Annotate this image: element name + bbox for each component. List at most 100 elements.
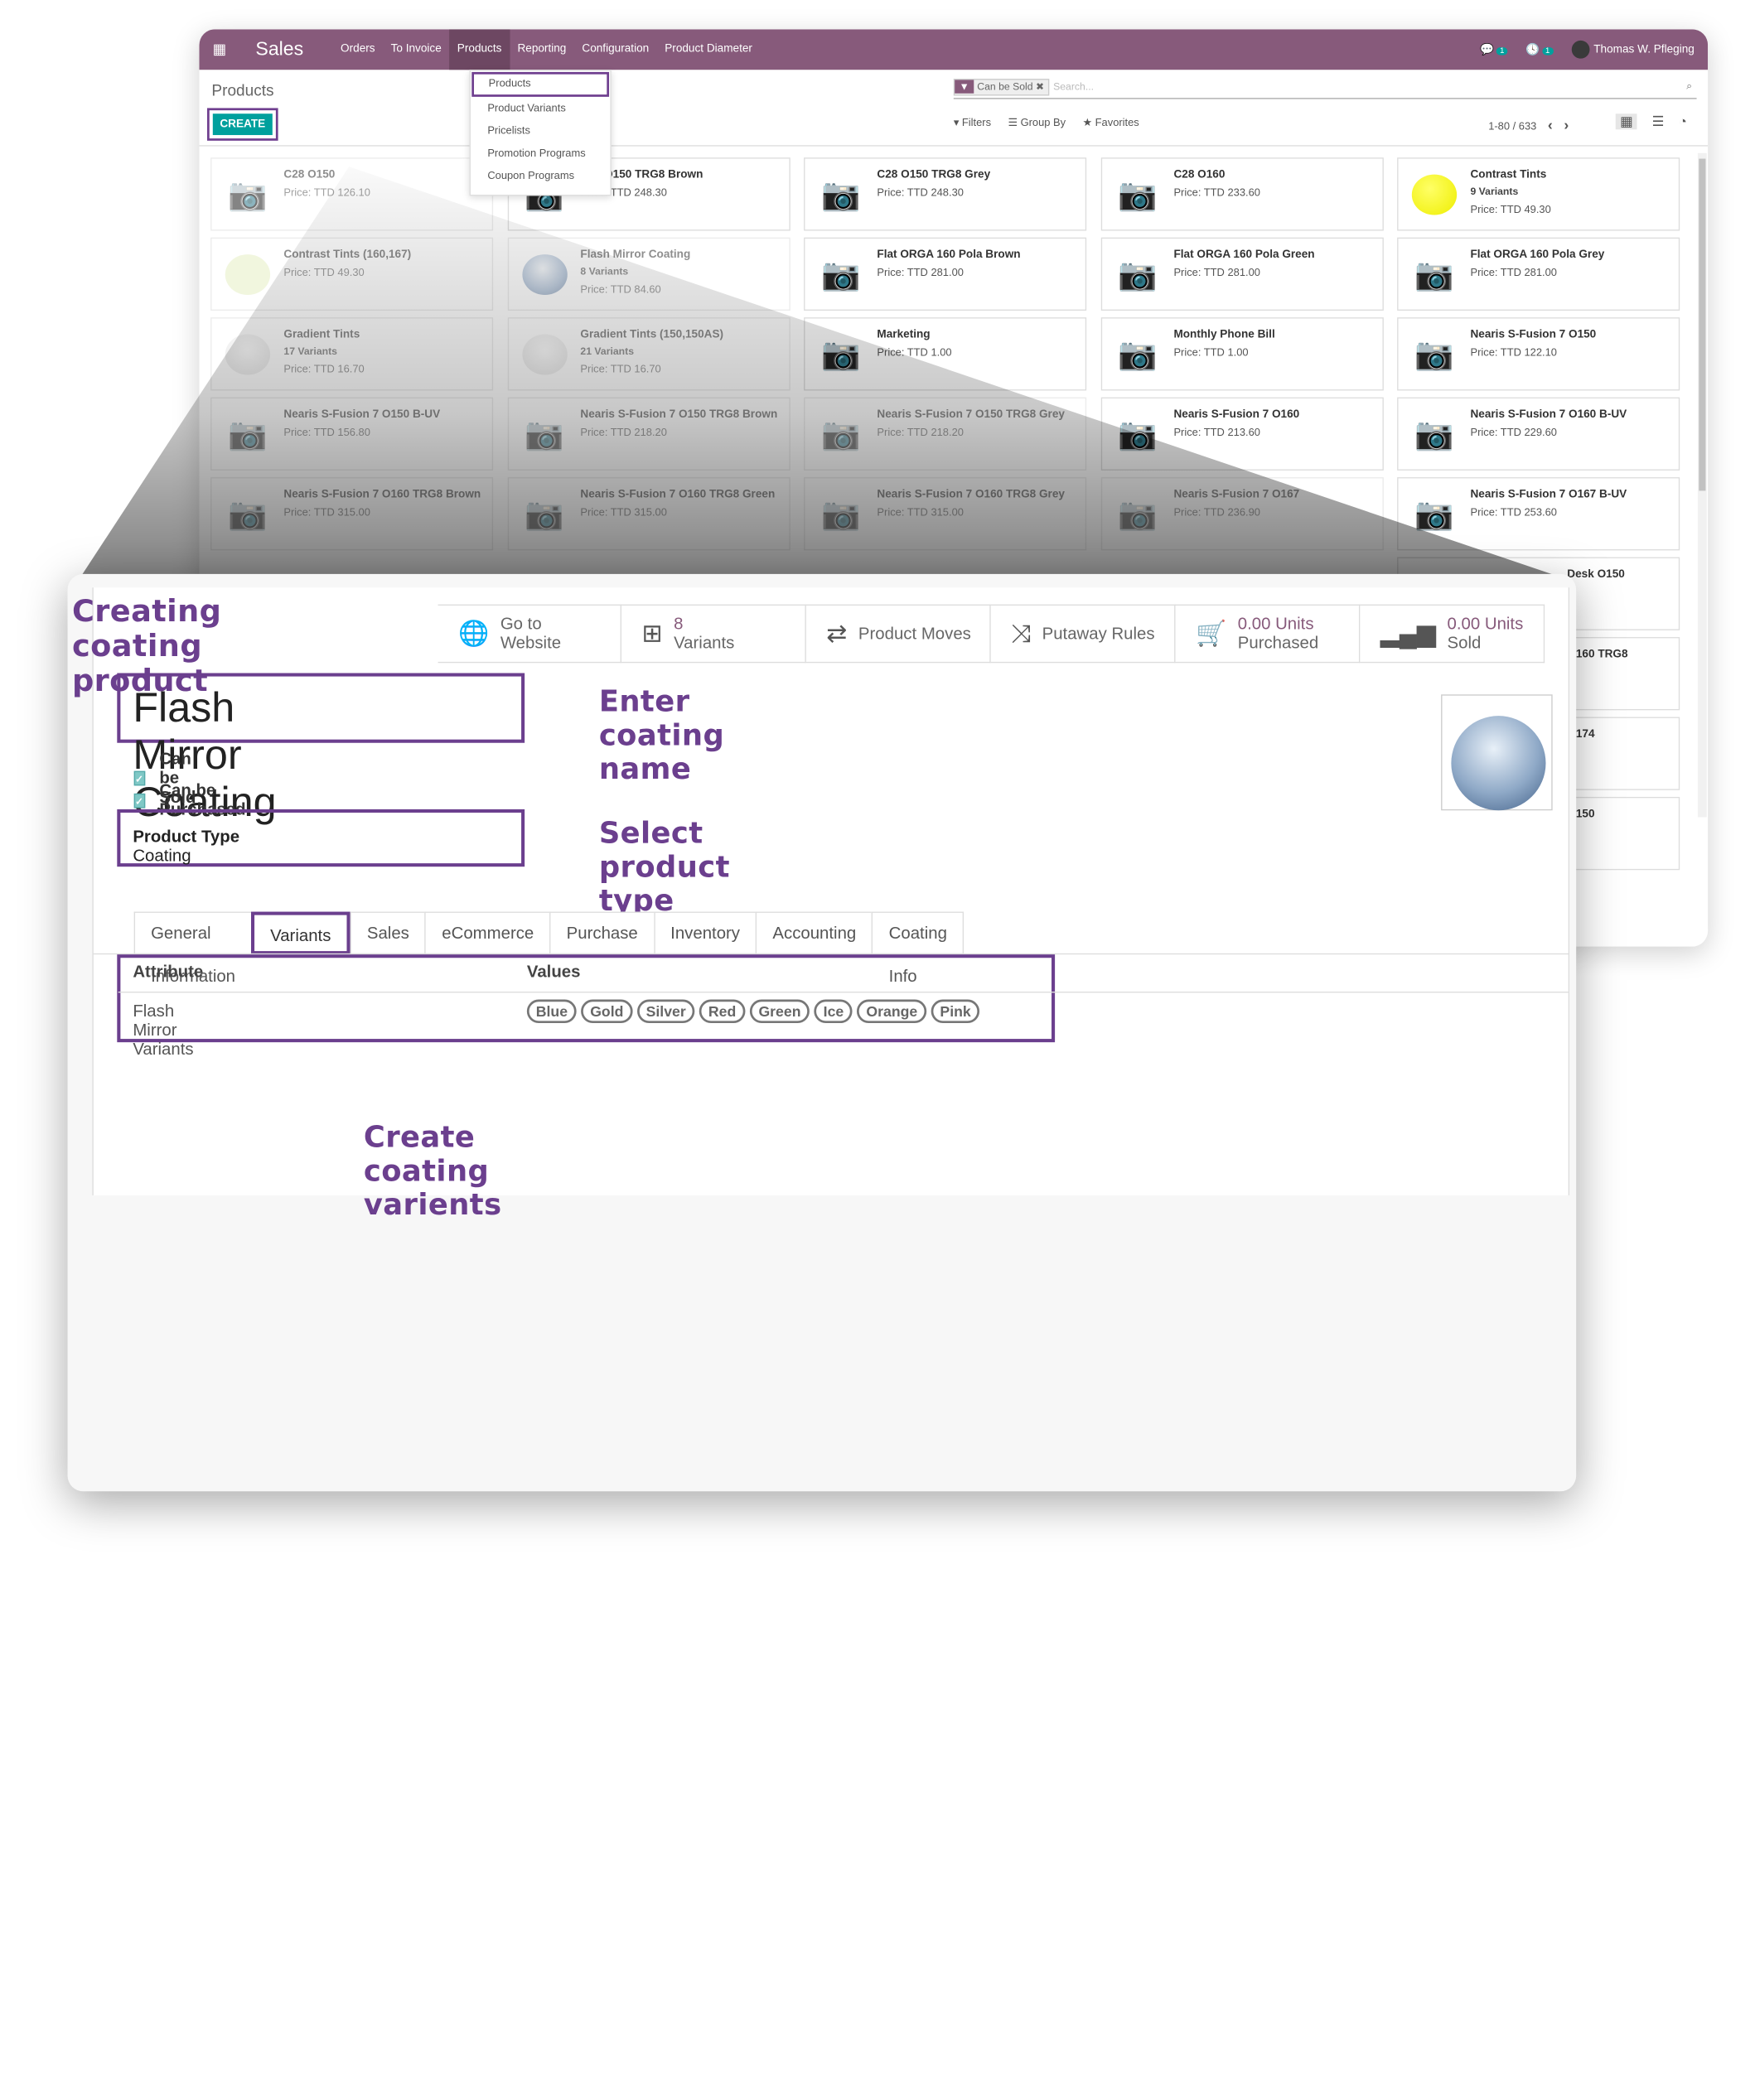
dropdown-item-promotion-programs[interactable]: Promotion Programs	[471, 143, 610, 166]
product-price: Price: TTD 122.10	[1470, 346, 1557, 360]
product-name: Nearis S-Fusion 7 O150 B-UV	[283, 408, 441, 422]
kanban-view-icon[interactable]: ▦	[1615, 113, 1638, 130]
tab-ecommerce[interactable]: eCommerce	[424, 911, 550, 955]
tab-inventory[interactable]: Inventory	[653, 911, 757, 955]
product-card[interactable]: Flash Mirror Coating 8 Variants Price: TTD…	[507, 237, 790, 311]
product-card[interactable]: 📷 Nearis S-Fusion 7 O160 TRG8 Green Price:…	[507, 477, 790, 551]
search-icon[interactable]: ⌕	[1686, 80, 1692, 92]
product-name: Flat ORGA 160 Pola Brown	[877, 249, 1021, 262]
variant-value-tag[interactable]: Orange	[857, 999, 927, 1024]
dropdown-item-coupon-programs[interactable]: Coupon Programs	[471, 166, 610, 188]
product-card[interactable]: 📷 Flat ORGA 160 Pola Green Price: TTD 281.…	[1100, 237, 1384, 311]
group-icon: ☰	[1008, 117, 1021, 130]
product-card[interactable]: Contrast Tints (160,167) Price: TTD 49.30	[210, 237, 494, 311]
smart-button-sold[interactable]: ▂▄▆ 0.00 Units Sold	[1360, 604, 1545, 664]
variant-value-tag[interactable]: Blue	[526, 999, 577, 1024]
variant-count: 21 Variants	[580, 345, 634, 357]
product-card[interactable]: 📷 Nearis S-Fusion 7 O160 TRG8 Grey Price: …	[804, 477, 1087, 551]
dropdown-item-pricelists[interactable]: Pricelists	[471, 120, 610, 142]
smart-button-purchased[interactable]: 🛒 0.00 Units Purchased	[1175, 604, 1361, 664]
tab-coating-info[interactable]: Coating Info	[872, 911, 965, 986]
product-image[interactable]	[1441, 694, 1553, 811]
search-bar[interactable]: ▼ Can be Sold ✖ Search... ⌕	[953, 78, 1697, 99]
product-card[interactable]: 📷 Nearis S-Fusion 7 O167 Price: TTD 236.90	[1100, 477, 1384, 551]
camera-placeholder-icon: 📷	[1118, 496, 1158, 532]
product-card[interactable]: 📷 Nearis S-Fusion 7 O150 B-UV Price: TTD 1…	[210, 397, 494, 471]
menu-item-product-diameter[interactable]: Product Diameter	[657, 29, 761, 70]
camera-placeholder-icon: 📷	[1118, 256, 1158, 292]
product-card[interactable]: 📷 Flat ORGA 160 Pola Grey Price: TTD 281.0…	[1397, 237, 1680, 311]
menu-item-orders[interactable]: Orders	[333, 29, 384, 70]
smart-button-putaway-rules[interactable]: ⤨ Putaway Rules	[990, 604, 1176, 664]
product-price: Price: TTD 281.00	[1173, 267, 1260, 279]
filter-group-by[interactable]: ☰ Group By	[1008, 117, 1066, 129]
menu-item-to-invoice[interactable]: To Invoice	[383, 29, 449, 70]
dropdown-item-product-variants[interactable]: Product Variants	[471, 98, 610, 120]
product-name: Nearis S-Fusion 7 O150 TRG8 Brown	[580, 408, 778, 422]
activities-icon[interactable]: 🕓 1	[1525, 43, 1554, 56]
product-price: Price: TTD 248.30	[877, 186, 964, 200]
product-name: Gradient Tints	[283, 328, 360, 341]
menu-item-configuration[interactable]: Configuration	[574, 29, 657, 70]
variant-value-tag[interactable]: Pink	[931, 999, 980, 1024]
apps-grid-icon[interactable]: ▦	[199, 41, 239, 59]
product-card[interactable]: 📷 Flat ORGA 160 Pola Brown Price: TTD 281.…	[804, 237, 1087, 311]
tab-accounting[interactable]: Accounting	[756, 911, 873, 955]
filter-favorites[interactable]: ★ Favorites	[1083, 117, 1139, 129]
attribute-header: Attribute	[133, 962, 204, 982]
product-card[interactable]: 📷 Nearis S-Fusion 7 O150 TRG8 Brown Price:…	[507, 397, 790, 471]
product-name: Nearis S-Fusion 7 O160 B-UV	[1470, 408, 1627, 422]
product-card[interactable]: Gradient Tints 17 Variants Price: TTD 16.7…	[210, 317, 494, 391]
product-card[interactable]: 📷 C28 O150 TRG8 Grey Price: TTD 248.30	[804, 157, 1087, 231]
product-card[interactable]: 📷 Marketing Price: TTD 1.00	[804, 317, 1087, 391]
messages-icon[interactable]: 💬 1	[1480, 43, 1508, 56]
product-card[interactable]: 📷 Nearis S-Fusion 7 O160 TRG8 Brown Price:…	[210, 477, 494, 551]
user-menu[interactable]: Thomas W. Pfleging	[1571, 40, 1695, 59]
product-type-field[interactable]: Product TypeCoating	[133, 828, 327, 866]
tab-sales[interactable]: Sales	[350, 911, 425, 955]
product-card[interactable]: Gradient Tints (150,150AS) 21 Variants Pri…	[507, 317, 790, 391]
product-card[interactable]: 📷 Nearis S-Fusion 7 O150 Price: TTD 122.10	[1397, 317, 1680, 391]
product-price: Price: TTD 236.90	[1173, 506, 1260, 519]
smart-button-product-moves[interactable]: ⇄ Product Moves	[805, 604, 991, 664]
variant-value-tag[interactable]: Red	[699, 999, 746, 1024]
product-card[interactable]: 📷 Nearis S-Fusion 7 O150 TRG8 Grey Price: …	[804, 397, 1087, 471]
smart-button-variants[interactable]: ⊞ 8 Variants	[621, 604, 806, 664]
search-facet[interactable]: ▼ Can be Sold ✖	[953, 79, 1049, 96]
product-card[interactable]: 📷 C28 O150 Price: TTD 126.10	[210, 157, 494, 231]
values-tags: Blue Gold Silver Red Green Ice Orange Pink	[526, 999, 980, 1024]
product-name: Monthly Phone Bill	[1173, 328, 1275, 341]
menu-item-products[interactable]: Products	[449, 29, 510, 70]
prev-icon[interactable]: ‹	[1548, 116, 1553, 133]
product-card[interactable]: 📷 Nearis S-Fusion 7 O160 B-UV Price: TTD 2…	[1397, 397, 1680, 471]
variant-value-tag[interactable]: Green	[749, 999, 810, 1024]
product-card[interactable]: 📷 Nearis S-Fusion 7 O160 Price: TTD 213.60	[1100, 397, 1384, 471]
product-name: Nearis S-Fusion 7 O150 TRG8 Grey	[877, 408, 1065, 422]
list-view-icon[interactable]: ☰	[1652, 113, 1665, 129]
product-card[interactable]: Contrast Tints 9 Variants Price: TTD 49.30	[1397, 157, 1680, 231]
filter-filters[interactable]: ▾ Filters	[954, 117, 991, 129]
tab-general-information[interactable]: General Information	[133, 911, 252, 986]
dropdown-item-products[interactable]: Products	[471, 71, 610, 97]
search-input[interactable]: Search...	[1053, 81, 1094, 93]
product-name: Marketing	[877, 328, 931, 341]
cart-icon: 🛒	[1195, 619, 1227, 648]
product-card[interactable]: 📷 Nearis S-Fusion 7 O167 B-UV Price: TTD 2…	[1397, 477, 1680, 551]
variant-value-tag[interactable]: Silver	[636, 999, 695, 1024]
smart-button-website[interactable]: 🌐 Go to Website	[438, 604, 622, 664]
scrollbar[interactable]	[1697, 152, 1707, 818]
attribute-cell[interactable]: Flash Mirror Variants	[133, 1002, 193, 1059]
tab-purchase[interactable]: Purchase	[549, 911, 654, 955]
values-header: Values	[526, 962, 581, 982]
menu-item-reporting[interactable]: Reporting	[510, 29, 574, 70]
tab-variants[interactable]: Variants	[251, 911, 351, 955]
product-name: Flat ORGA 160 Pola Grey	[1470, 249, 1605, 262]
activity-view-icon[interactable]: ◔	[1679, 113, 1687, 129]
globe-icon: 🌐	[457, 619, 490, 648]
variant-value-tag[interactable]: Gold	[581, 999, 633, 1024]
variant-value-tag[interactable]: Ice	[814, 999, 853, 1024]
next-icon[interactable]: ›	[1564, 116, 1569, 133]
product-card[interactable]: 📷 C28 O160 Price: TTD 233.60	[1100, 157, 1384, 231]
product-card[interactable]: 📷 Monthly Phone Bill Price: TTD 1.00	[1100, 317, 1384, 391]
create-button[interactable]: CREATE	[212, 113, 273, 136]
